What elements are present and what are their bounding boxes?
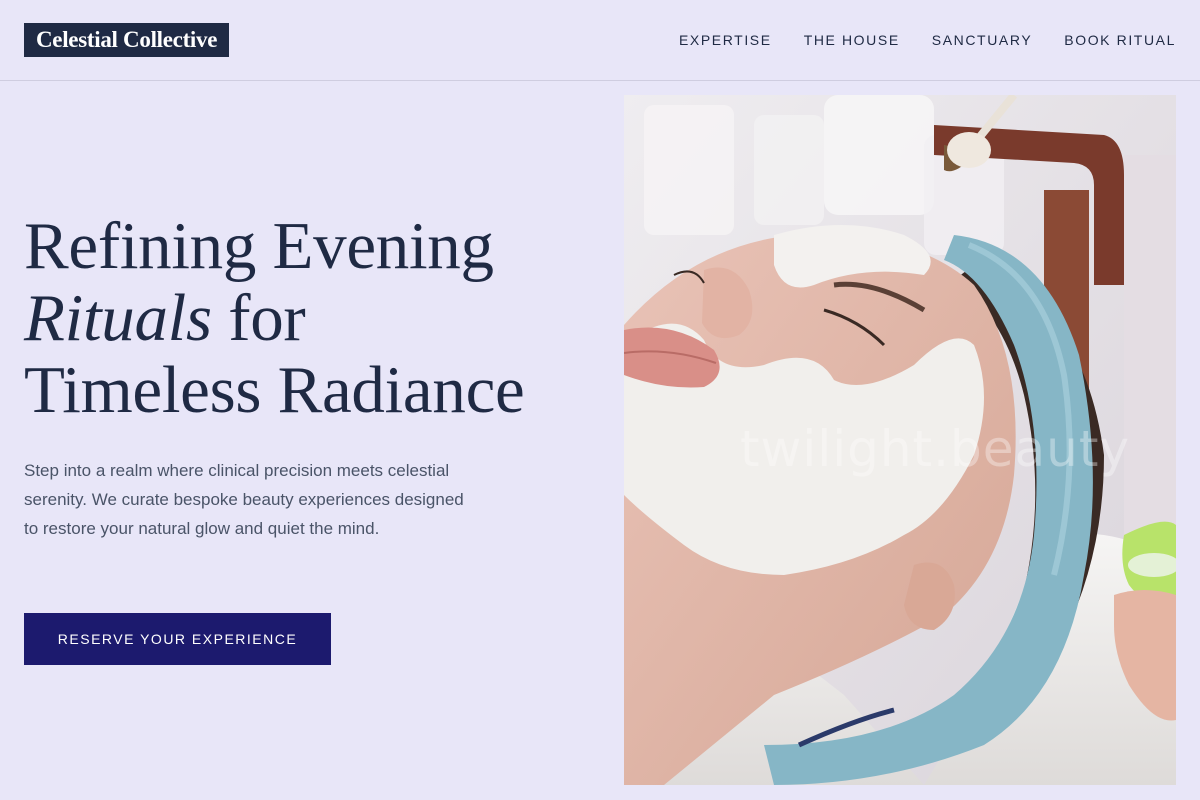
photo-watermark: twilight.beauty — [739, 420, 1131, 478]
nav-sanctuary[interactable]: SANCTUARY — [932, 30, 1033, 50]
site-header: Celestial Collective EXPERTISE THE HOUSE… — [0, 0, 1200, 81]
reserve-experience-button[interactable]: RESERVE YOUR EXPERIENCE — [24, 613, 331, 665]
hero-photo: twilight.beauty — [624, 95, 1176, 785]
hero-title-for: for — [211, 281, 306, 355]
hero-title-line3: Timeless Radiance — [24, 353, 525, 427]
brand-logo[interactable]: Celestial Collective — [24, 23, 230, 57]
hero-lead: Step into a realm where clinical precisi… — [24, 461, 464, 538]
hero-title: Refining Evening Rituals for Timeless Ra… — [24, 210, 604, 426]
main-nav: EXPERTISE THE HOUSE SANCTUARY BOOK RITUA… — [647, 30, 1176, 50]
nav-expertise[interactable]: EXPERTISE — [679, 30, 772, 50]
hero-title-italic: Rituals — [24, 281, 212, 355]
nav-the-house[interactable]: THE HOUSE — [804, 30, 900, 50]
hero-copy: Refining Evening Rituals for Timeless Ra… — [24, 210, 604, 543]
nav-book-ritual[interactable]: BOOK RITUAL — [1064, 30, 1176, 50]
hero-title-line1: Refining Evening — [24, 209, 494, 283]
